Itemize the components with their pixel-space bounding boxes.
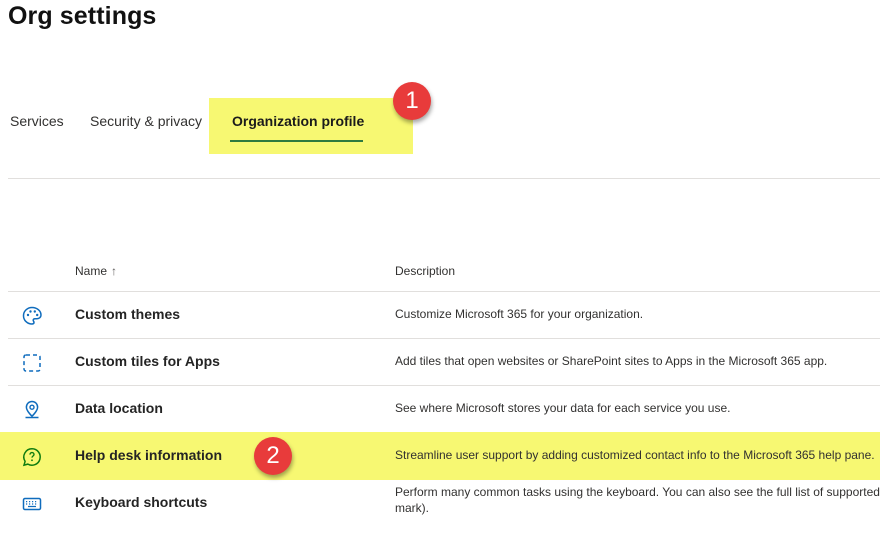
row-description: See where Microsoft stores your data for… (395, 401, 731, 415)
row-name[interactable]: Custom tiles for Apps (75, 353, 220, 369)
tab-organization-profile[interactable]: Organization profile (232, 98, 364, 146)
page-title: Org settings (8, 2, 157, 30)
chat-help-icon (22, 448, 41, 467)
table-header: Name ↑ Description (8, 248, 880, 292)
row-description: Streamline user support by adding custom… (395, 448, 875, 462)
column-header-description: Description (395, 264, 456, 278)
table-row[interactable]: Custom themes Customize Microsoft 365 fo… (8, 292, 880, 339)
column-header-name[interactable]: Name ↑ (75, 264, 117, 278)
table-row[interactable]: Help desk information Streamline user su… (0, 432, 880, 480)
table-row[interactable]: Custom tiles for Apps Add tiles that ope… (8, 339, 880, 386)
sort-ascending-icon: ↑ (111, 264, 118, 278)
tab-services[interactable]: Services (10, 98, 64, 146)
tab-bar: Services Security & privacy Organization… (0, 98, 440, 154)
active-tab-indicator (230, 140, 363, 142)
row-name[interactable]: Data location (75, 400, 163, 416)
column-header-name-label: Name (75, 264, 108, 278)
dashed-square-icon (23, 354, 41, 372)
row-description: Customize Microsoft 365 for your organiz… (395, 307, 644, 321)
annotation-marker-2: 2 (254, 437, 292, 475)
table-row[interactable]: Data location See where Microsoft stores… (8, 386, 880, 433)
row-name[interactable]: Custom themes (75, 306, 180, 322)
row-name[interactable]: Help desk information (75, 447, 222, 463)
tab-security-privacy[interactable]: Security & privacy (90, 98, 202, 146)
row-description: Add tiles that open websites or SharePoi… (395, 354, 828, 368)
row-name[interactable]: Keyboard shortcuts (75, 494, 207, 510)
palette-icon (22, 306, 42, 325)
row-description: Perform many common tasks using the keyb… (395, 485, 880, 515)
annotation-marker-1: 1 (393, 82, 431, 120)
divider (8, 178, 880, 179)
table-row[interactable]: Keyboard shortcuts Perform many common t… (8, 480, 880, 532)
keyboard-icon (22, 497, 42, 511)
settings-table: Name ↑ Description Custom themes Customiz… (0, 248, 880, 532)
location-pin-icon (25, 400, 39, 419)
